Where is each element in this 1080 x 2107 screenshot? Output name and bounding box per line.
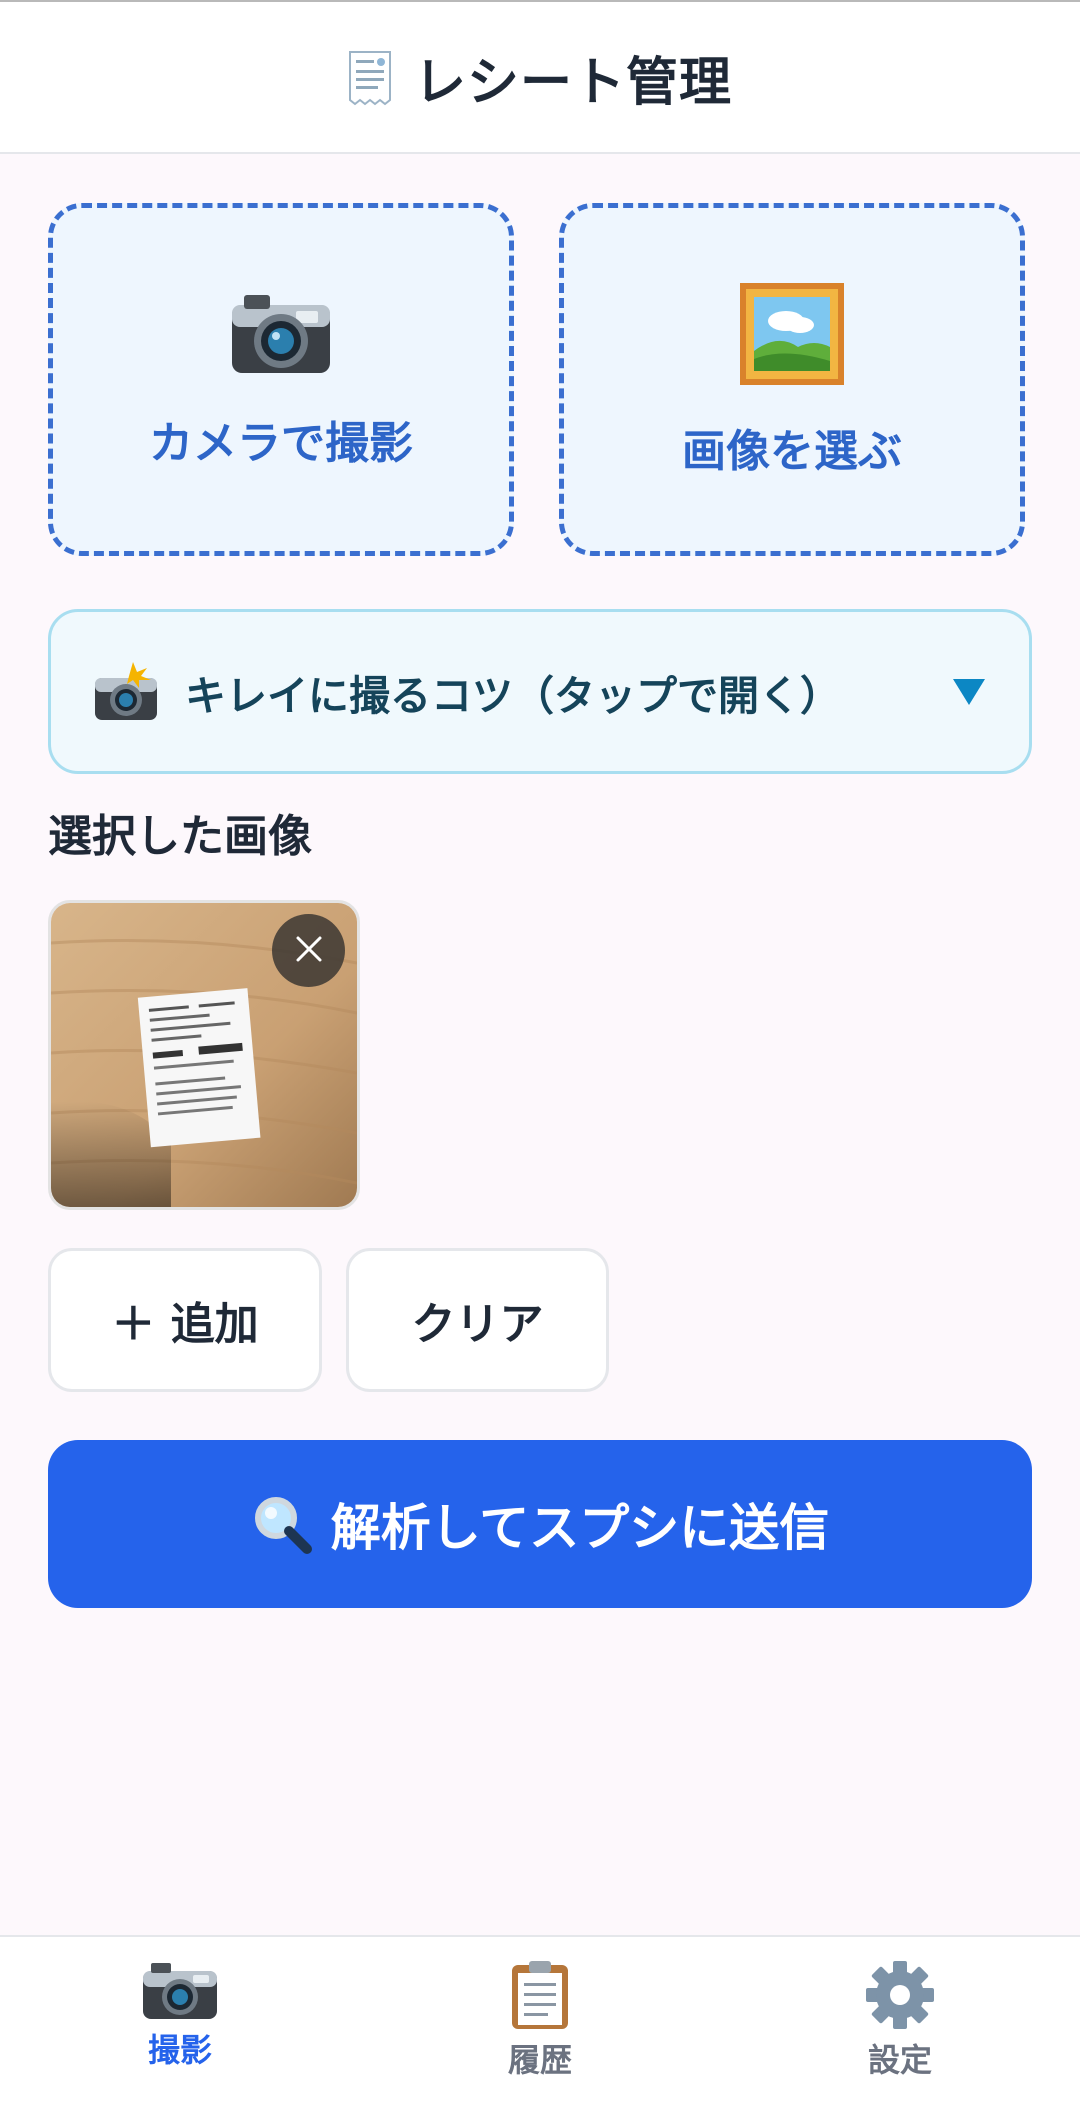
add-image-button[interactable]: ＋ 追加 [48, 1248, 322, 1392]
framed-picture-icon [738, 281, 846, 387]
camera-flash-icon [93, 661, 159, 722]
magnifier-icon [251, 1493, 313, 1555]
clipboard-icon [509, 1959, 571, 2031]
nav-item-settings[interactable]: 設定 [800, 1959, 1000, 2081]
nav-label-settings: 設定 [867, 2041, 932, 2079]
app-header: レシート管理 [0, 2, 1080, 154]
choose-image-button[interactable]: 画像を選ぶ [559, 203, 1025, 556]
analyze-submit-label: 解析してスプシに送信 [330, 1499, 830, 1557]
bottom-navigation: 撮影 履歴 設定 [0, 1935, 1080, 2107]
nav-item-history[interactable]: 履歴 [440, 1959, 640, 2081]
nav-label-history: 履歴 [507, 2041, 572, 2079]
analyze-submit-button[interactable]: 解析してスプシに送信 [48, 1440, 1032, 1608]
receipt-icon [348, 48, 392, 106]
photo-tips-accordion[interactable]: キレイに撮るコツ（タップで開く） [48, 609, 1032, 774]
page-title: レシート管理 [413, 52, 732, 113]
camera-icon [226, 289, 336, 379]
choose-image-label: 画像を選ぶ [682, 425, 902, 477]
header-title-group: レシート管理 [348, 40, 732, 115]
camera-icon [141, 1959, 219, 2021]
gear-icon [864, 1959, 936, 2031]
nav-item-capture[interactable]: 撮影 [80, 1959, 280, 2071]
selected-images-title: 選択した画像 [48, 811, 312, 862]
camera-button-label: カメラで撮影 [149, 417, 413, 469]
triangle-down-icon [951, 677, 987, 707]
remove-image-button[interactable] [272, 914, 345, 987]
nav-label-capture: 撮影 [147, 2031, 212, 2069]
close-icon [294, 934, 324, 968]
tips-label: キレイに撮るコツ（タップで開く） [185, 671, 841, 720]
camera-button[interactable]: カメラで撮影 [48, 203, 514, 556]
clear-button[interactable]: クリア [346, 1248, 609, 1392]
